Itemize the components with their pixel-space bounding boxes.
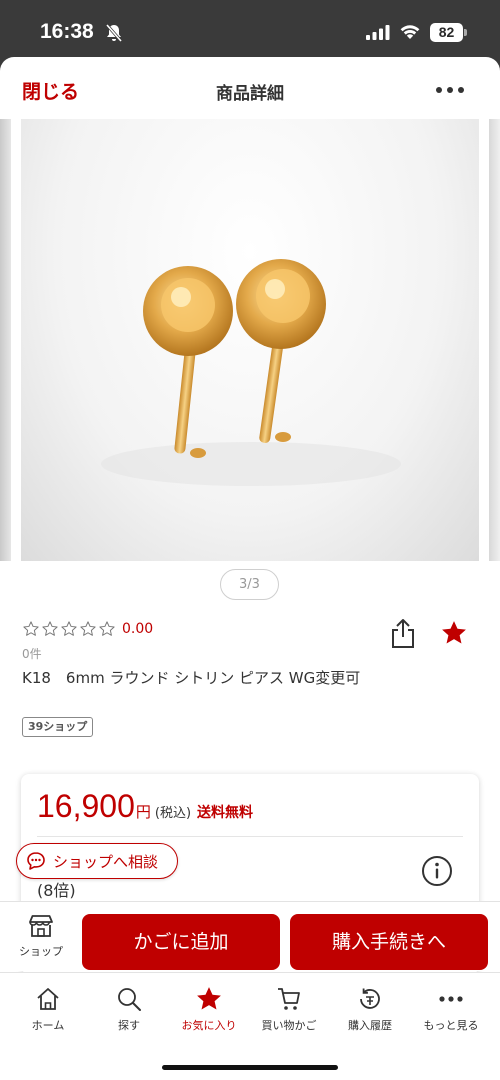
- rating-star-icon: [61, 621, 77, 636]
- shop-link[interactable]: ショップ: [12, 912, 70, 964]
- battery-cap: [464, 29, 467, 36]
- points-multiplier: (8倍): [37, 881, 76, 900]
- consult-shop-button[interactable]: ショップへ相談: [16, 843, 178, 879]
- earrings-photo: [101, 259, 401, 486]
- more-options-icon[interactable]: [432, 79, 468, 99]
- review-count[interactable]: 0件: [22, 645, 42, 662]
- tab-history[interactable]: 購入履歴: [330, 985, 410, 1033]
- cellular-signal-icon: [366, 25, 390, 40]
- free-shipping-label: 送料無料: [197, 805, 254, 821]
- tab-label: お気に入り: [181, 1019, 237, 1032]
- home-icon: [37, 988, 59, 1010]
- wifi-icon: [400, 25, 420, 39]
- tab-more[interactable]: もっと見る: [411, 985, 491, 1033]
- tab-label: ホーム: [31, 1019, 65, 1032]
- tab-home[interactable]: ホーム: [8, 985, 88, 1033]
- product-detail-sheet: 閉じる 商品詳細 3/3 0.00 0件 K18 6mm ラウンド シトリン ピ…: [0, 57, 500, 1080]
- image-gallery[interactable]: [0, 119, 500, 561]
- chat-icon: [27, 852, 45, 870]
- shop-link-label: ショップ: [19, 945, 63, 958]
- tab-label: もっと見る: [423, 1019, 479, 1032]
- checkout-button[interactable]: 購入手続きへ: [290, 914, 488, 970]
- rating-score: 0.00: [122, 621, 154, 637]
- price-currency: 円: [135, 803, 151, 821]
- share-icon[interactable]: [390, 617, 416, 649]
- shop-badge: 39ショップ: [22, 717, 94, 737]
- bottom-tab-bar: ホーム 探す お気に入り 買い物かご 購入履歴 もっと見る: [0, 972, 500, 1080]
- tab-label: 購入履歴: [348, 1019, 392, 1032]
- purchase-action-bar: ショップ かごに追加 購入手続きへ: [0, 901, 500, 971]
- nav-bar: 閉じる 商品詳細: [0, 57, 500, 119]
- favorite-star-icon[interactable]: [440, 619, 468, 647]
- rating-star-icon: [42, 621, 58, 636]
- product-photo[interactable]: [21, 119, 479, 561]
- tab-label: 買い物かご: [261, 1019, 317, 1032]
- bell-off-icon: [105, 24, 123, 42]
- history-icon: [360, 988, 380, 1009]
- home-indicator: [162, 1065, 338, 1070]
- price: 16,900: [37, 788, 135, 824]
- consult-shop-label: ショップへ相談: [53, 852, 159, 871]
- rating-stars: [22, 620, 116, 638]
- price-divider: [37, 836, 463, 837]
- previous-image-peek[interactable]: [0, 119, 11, 561]
- product-rating[interactable]: 0.00: [22, 618, 153, 640]
- price-row: 16,900 円 (税込) 送料無料: [37, 788, 253, 825]
- status-time: 16:38: [40, 20, 94, 43]
- battery-level: 82: [430, 23, 463, 42]
- rating-star-icon: [23, 621, 39, 636]
- tax-note: (税込): [154, 806, 192, 821]
- status-bar: 16:38 82: [0, 0, 500, 62]
- tab-label: 探す: [118, 1019, 140, 1032]
- store-icon: [29, 915, 53, 937]
- tab-search[interactable]: 探す: [89, 985, 169, 1033]
- search-icon: [118, 988, 141, 1011]
- gallery-page-indicator: 3/3: [220, 569, 279, 600]
- tab-cart[interactable]: 買い物かご: [249, 985, 329, 1033]
- cart-icon: [278, 988, 300, 1010]
- info-icon[interactable]: [421, 855, 453, 887]
- product-title: K18 6mm ラウンド シトリン ピアス WG変更可: [22, 669, 361, 687]
- more-icon: [439, 996, 463, 1002]
- tab-favorites[interactable]: お気に入り: [169, 985, 249, 1033]
- close-button[interactable]: 閉じる: [22, 77, 79, 104]
- star-icon: [197, 987, 221, 1010]
- next-image-peek[interactable]: [489, 119, 500, 561]
- rating-star-icon: [80, 621, 96, 636]
- add-to-cart-button[interactable]: かごに追加: [82, 914, 280, 970]
- rating-star-icon: [99, 621, 115, 636]
